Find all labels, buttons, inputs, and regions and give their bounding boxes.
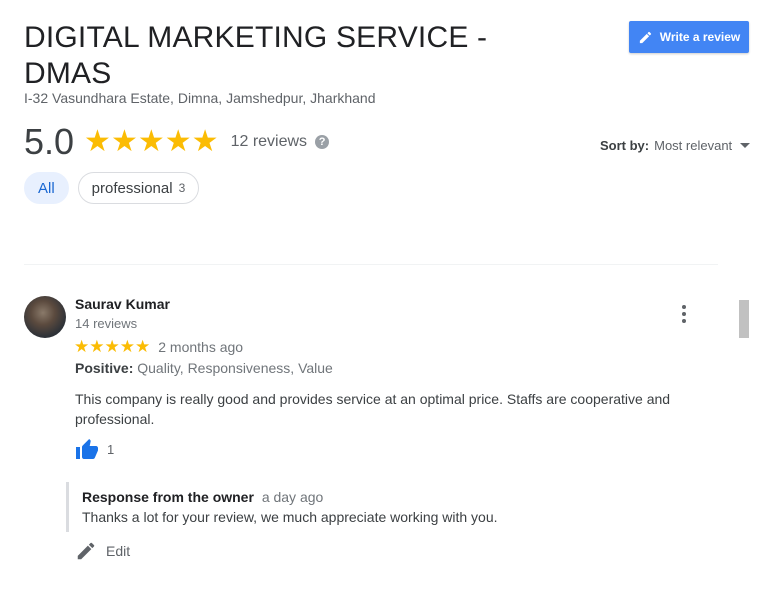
star-icon: ★	[104, 337, 120, 356]
sort-value: Most relevant	[654, 138, 733, 153]
review-filter-chips: All professional 3	[24, 172, 200, 204]
edit-response-button[interactable]: Edit	[75, 540, 130, 562]
filter-chip-professional[interactable]: professional 3	[77, 172, 200, 204]
scrollbar-thumb[interactable]	[739, 300, 749, 338]
star-icon: ★	[84, 125, 111, 158]
reviewer-review-count: 14 reviews	[75, 316, 138, 331]
star-icon: ★	[191, 125, 219, 158]
positive-values: Quality, Responsiveness, Value	[137, 360, 333, 376]
review-time: 2 months ago	[158, 339, 244, 355]
owner-response-text: Thanks a lot for your review, we much ap…	[82, 509, 498, 525]
owner-response-time: a day ago	[261, 489, 324, 505]
star-icon: ★	[74, 337, 90, 356]
section-divider	[24, 264, 718, 265]
caret-down-icon	[740, 143, 751, 148]
star-icon: ★	[89, 337, 105, 356]
average-rating: 5.0	[24, 121, 75, 162]
sort-dropdown[interactable]: Sort by: Most relevant	[600, 138, 751, 153]
pencil-icon	[75, 540, 97, 562]
business-name: DIGITAL MARKETING SERVICE - DMAS	[24, 21, 488, 90]
star-icon: ★	[119, 337, 135, 356]
star-icon: ★	[110, 125, 138, 158]
review-text: This company is really good and provides…	[75, 391, 671, 427]
filter-chip-label: All	[38, 179, 55, 197]
positive-label: Positive:	[75, 360, 134, 376]
star-icon: ★	[164, 125, 192, 158]
more-options-icon[interactable]	[680, 305, 688, 323]
total-review-count: 12 reviews	[230, 133, 308, 150]
write-review-label: Write a review	[659, 30, 741, 44]
sort-label: Sort by:	[600, 138, 650, 153]
star-icon: ★	[137, 125, 165, 158]
like-count: 1	[107, 441, 115, 457]
pencil-icon	[638, 30, 653, 45]
review-rating: ★ ★ ★ ★ ★ 2 months ago	[74, 338, 243, 356]
thumbs-up-icon	[75, 438, 99, 460]
like-button[interactable]: 1	[75, 438, 114, 460]
help-icon[interactable]: ?	[315, 135, 330, 149]
reviewer-name[interactable]: Saurav Kumar	[75, 296, 170, 312]
write-review-button[interactable]: Write a review	[629, 21, 749, 53]
filter-chip-all[interactable]: All	[24, 172, 69, 204]
rating-stars: ★ ★ ★ ★ ★	[84, 127, 219, 157]
business-address: I-32 Vasundhara Estate, Dimna, Jamshedpu…	[24, 90, 376, 106]
review-attributes: Positive: Quality, Responsiveness, Value	[75, 360, 333, 376]
rating-summary: 5.0 ★ ★ ★ ★ ★ 12 reviews ?	[24, 121, 330, 162]
owner-response-title: Response from the owner	[82, 489, 254, 505]
star-icon: ★	[135, 337, 151, 356]
owner-response-header: Response from the owner a day ago	[82, 489, 323, 505]
filter-chip-label: professional	[91, 179, 173, 197]
avatar[interactable]	[24, 296, 66, 338]
filter-chip-count: 3	[178, 181, 186, 195]
edit-label: Edit	[106, 543, 131, 559]
owner-response: Response from the owner a day ago Thanks…	[66, 482, 669, 532]
